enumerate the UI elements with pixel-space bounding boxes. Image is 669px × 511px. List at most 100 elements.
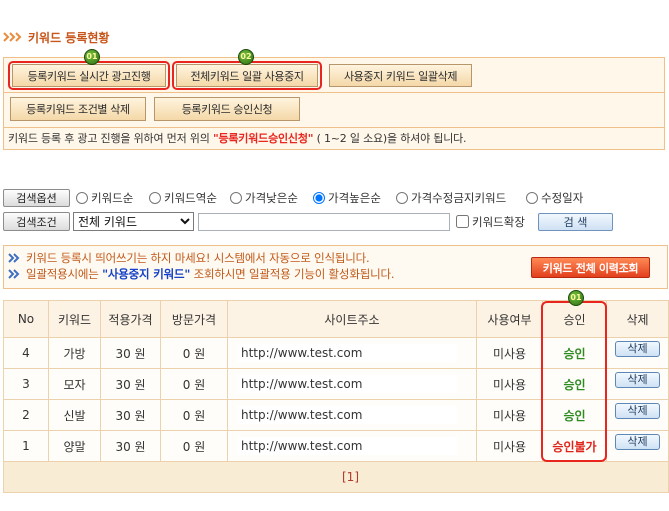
approval-status: 승인 — [563, 377, 586, 392]
header-no: No — [3, 300, 49, 338]
header-keyword: 키워드 — [48, 300, 101, 338]
info-text: 일괄적용시에는 — [26, 267, 103, 281]
cell-keyword: 모자 — [48, 368, 101, 400]
sort-radio[interactable] — [149, 192, 161, 204]
cell-delete: 삭제 — [606, 368, 669, 400]
cell-apply-price: 30 원 — [100, 430, 161, 462]
sort-option-modified-date[interactable]: 수정일자 — [526, 189, 583, 207]
section-header: 키워드 등록현황 — [3, 29, 109, 45]
cell-approval: 승인 — [542, 399, 607, 431]
cell-no: 4 — [3, 337, 49, 369]
request-approval-button[interactable]: 등록키워드 승인신청 — [154, 97, 300, 121]
cell-site-url: http://www.test.com — [227, 337, 477, 369]
sort-option-price-high[interactable]: 가격높은순 — [313, 189, 381, 207]
sort-option-keyword-desc[interactable]: 키워드역순 — [149, 189, 217, 207]
site-url-field[interactable]: http://www.test.com — [237, 437, 457, 455]
approval-notice: 키워드 등록 후 광고 진행을 위하여 먼저 위의 "등록키워드승인신청" ( … — [8, 128, 467, 149]
sort-option-price-low[interactable]: 가격낮은순 — [230, 189, 298, 207]
cell-delete: 삭제 — [606, 430, 669, 462]
cell-no: 3 — [3, 368, 49, 400]
cell-site-url: http://www.test.com — [227, 399, 477, 431]
cell-visit-price: 0 원 — [160, 368, 228, 400]
keyword-expand-checkbox[interactable] — [456, 215, 469, 228]
notice-text: 키워드 등록 후 광고 진행을 위하여 먼저 위의 — [8, 132, 213, 145]
search-button[interactable]: 검 색 — [538, 213, 613, 231]
cell-apply-price: 30 원 — [100, 399, 161, 431]
double-chevron-icon — [8, 267, 26, 281]
site-url-field[interactable]: http://www.test.com — [237, 375, 457, 393]
keyword-table: No 키워드 적용가격 방문가격 사이트주소 사용여부 승인 삭제 4 가방 3… — [3, 300, 669, 493]
keyword-search-input[interactable] — [198, 213, 450, 231]
delete-button[interactable]: 삭제 — [615, 341, 660, 357]
sort-option-price-locked[interactable]: 가격수정금지키워드 — [396, 189, 506, 207]
sort-radio[interactable] — [526, 192, 538, 204]
cell-site-url: http://www.test.com — [227, 430, 477, 462]
cell-no: 1 — [3, 430, 49, 462]
table-header-row: No 키워드 적용가격 방문가격 사이트주소 사용여부 승인 삭제 — [3, 300, 669, 338]
stop-all-keywords-button[interactable]: 전체키워드 일괄 사용중지 — [176, 64, 318, 87]
step-badge-01: 01 — [84, 49, 100, 65]
info-line: 키워드 등록시 띄어쓰기는 하지 마세요! 시스템에서 자동으로 인식됩니다. — [8, 250, 370, 266]
sort-option-label: 키워드순 — [91, 191, 134, 205]
cell-approval: 승인 — [542, 368, 607, 400]
sort-option-label: 수정일자 — [541, 191, 584, 205]
info-box: 키워드 등록시 띄어쓰기는 하지 마세요! 시스템에서 자동으로 인식됩니다. … — [3, 245, 668, 289]
notice-highlight: "등록키워드승인신청" — [212, 132, 314, 145]
approval-status: 승인 — [563, 408, 586, 423]
step-badge-02: 02 — [238, 49, 254, 65]
cell-no: 2 — [3, 399, 49, 431]
delete-stopped-keywords-button[interactable]: 사용중지 키워드 일괄삭제 — [329, 64, 472, 87]
header-delete: 삭제 — [606, 300, 669, 338]
sort-radio[interactable] — [313, 192, 325, 204]
sort-option-label: 키워드역순 — [164, 191, 217, 205]
keyword-history-button[interactable]: 키워드 전체 이력조회 — [531, 257, 650, 278]
action-row-secondary: 등록키워드 조건별 삭제 등록키워드 승인신청 — [4, 93, 664, 128]
info-text: 조회하시면 일괄적용 기능이 활성화됩니다. — [190, 267, 395, 281]
header-site-url: 사이트주소 — [227, 300, 477, 338]
pagination: [1] — [3, 461, 669, 493]
cell-usage: 미사용 — [476, 337, 543, 369]
page-link[interactable]: [1] — [313, 470, 359, 484]
search-options-button[interactable]: 검색옵션 — [3, 189, 70, 207]
sort-radio[interactable] — [230, 192, 242, 204]
delete-button[interactable]: 삭제 — [615, 372, 660, 388]
keyword-expand-label: 키워드확장 — [472, 215, 525, 229]
table-row: 4 가방 30 원 0 원 http://www.test.com 미사용 승인… — [3, 337, 669, 369]
cell-usage: 미사용 — [476, 399, 543, 431]
pagination-row: [1] — [3, 461, 669, 493]
header-visit-price: 방문가격 — [160, 300, 228, 338]
header-usage: 사용여부 — [476, 300, 543, 338]
step-badge-approval: 01 — [568, 290, 584, 306]
site-url-field[interactable]: http://www.test.com — [237, 344, 457, 362]
sort-option-keyword-asc[interactable]: 키워드순 — [76, 189, 133, 207]
triple-chevron-icon — [3, 32, 23, 42]
sort-option-label: 가격높은순 — [328, 191, 381, 205]
search-condition-button[interactable]: 검색조건 — [3, 212, 70, 231]
site-url-field[interactable]: http://www.test.com — [237, 406, 457, 424]
delete-button[interactable]: 삭제 — [615, 403, 660, 419]
cell-apply-price: 30 원 — [100, 368, 161, 400]
approval-status: 승인불가 — [552, 439, 597, 454]
cell-site-url: http://www.test.com — [227, 368, 477, 400]
table-row: 2 신발 30 원 0 원 http://www.test.com 미사용 승인… — [3, 399, 669, 431]
delete-by-condition-button[interactable]: 등록키워드 조건별 삭제 — [10, 97, 146, 121]
cell-visit-price: 0 원 — [160, 430, 228, 462]
cell-usage: 미사용 — [476, 368, 543, 400]
info-text: 키워드 등록시 띄어쓰기는 하지 마세요! 시스템에서 자동으로 인식됩니다. — [26, 251, 370, 265]
cell-delete: 삭제 — [606, 337, 669, 369]
sort-radio[interactable] — [396, 192, 408, 204]
sort-radio[interactable] — [76, 192, 88, 204]
delete-button[interactable]: 삭제 — [615, 434, 660, 450]
cell-approval: 승인 — [542, 337, 607, 369]
approval-status: 승인 — [563, 346, 586, 361]
condition-select[interactable]: 전체 키워드 — [73, 212, 194, 231]
info-highlight: "사용중지 키워드" — [102, 267, 191, 281]
action-panel: 등록키워드 실시간 광고진행 전체키워드 일괄 사용중지 사용중지 키워드 일괄… — [3, 49, 665, 150]
cell-keyword: 신발 — [48, 399, 101, 431]
live-ads-button[interactable]: 등록키워드 실시간 광고진행 — [12, 64, 166, 87]
header-approval: 승인 — [542, 300, 607, 338]
notice-text: ( 1~2 일 소요)을 하셔야 됩니다. — [313, 132, 467, 145]
sort-option-label: 가격수정금지키워드 — [411, 191, 507, 205]
cell-usage: 미사용 — [476, 430, 543, 462]
action-row-primary: 등록키워드 실시간 광고진행 전체키워드 일괄 사용중지 사용중지 키워드 일괄… — [4, 49, 664, 93]
